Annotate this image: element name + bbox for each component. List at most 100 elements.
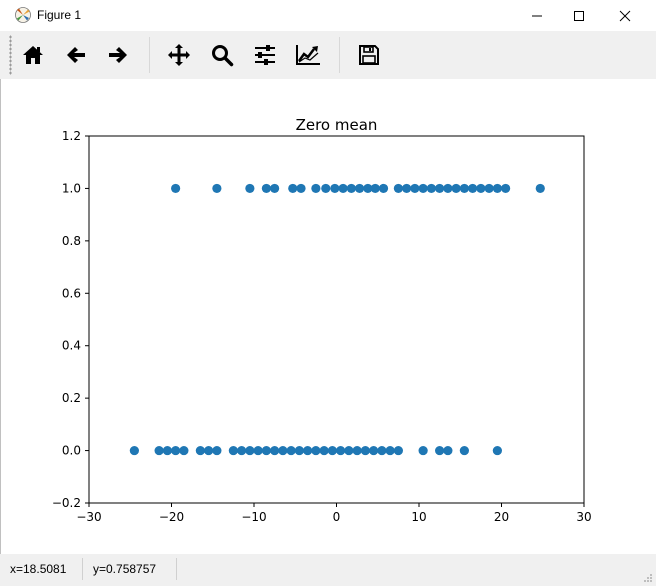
zoom-icon xyxy=(212,45,234,67)
data-point xyxy=(443,445,453,456)
data-point xyxy=(360,445,370,456)
data-point xyxy=(195,445,205,456)
y-tick-label: 0.8 xyxy=(62,234,81,248)
forward-icon xyxy=(109,47,127,63)
data-point xyxy=(253,445,263,456)
data-point xyxy=(352,445,362,456)
y-tick-label: 0.0 xyxy=(62,444,81,458)
data-point xyxy=(261,445,271,456)
cursor-x-readout: x=18.5081 xyxy=(10,562,67,576)
data-point xyxy=(154,445,164,456)
figure-canvas[interactable]: Zero mean −30 −20 −10 0 10 20 30 −0.2 0.0 0.2 0.4 0.… xyxy=(0,79,656,554)
data-point xyxy=(459,445,469,456)
data-point xyxy=(426,183,436,194)
data-point xyxy=(410,183,420,194)
data-point xyxy=(435,183,445,194)
data-point xyxy=(311,183,321,194)
minimize-button[interactable] xyxy=(514,0,560,31)
data-point xyxy=(476,183,486,194)
data-point xyxy=(212,183,222,194)
data-point xyxy=(321,183,331,194)
x-tick-label: 20 xyxy=(494,510,509,524)
y-tick-label: 0.6 xyxy=(62,286,81,300)
data-point xyxy=(468,183,478,194)
data-point xyxy=(492,445,502,456)
customize-button[interactable] xyxy=(292,39,324,71)
subplots-button[interactable] xyxy=(249,39,281,71)
data-point xyxy=(355,183,365,194)
x-tick-label: −30 xyxy=(76,510,101,524)
data-point xyxy=(288,183,298,194)
window-edge xyxy=(0,79,1,554)
data-point xyxy=(377,445,387,456)
close-button[interactable] xyxy=(602,0,648,31)
x-tick-label: −10 xyxy=(241,510,266,524)
data-point xyxy=(418,183,428,194)
save-icon xyxy=(359,45,379,65)
data-point xyxy=(330,183,340,194)
data-point xyxy=(179,445,189,456)
figure-window: Figure 1 Zero mean −30 −20 −10 0 10 20 3… xyxy=(0,0,656,586)
home-icon xyxy=(23,46,43,64)
x-tick-label: 0 xyxy=(333,510,341,524)
matplotlib-logo-icon xyxy=(15,7,31,23)
data-point xyxy=(492,183,502,194)
minimize-icon xyxy=(532,15,542,16)
data-point xyxy=(212,445,222,456)
status-divider xyxy=(176,558,177,580)
x-tick-label: −20 xyxy=(159,510,184,524)
data-point xyxy=(270,183,280,194)
y-tick-label: 0.2 xyxy=(62,391,81,405)
window-title: Figure 1 xyxy=(37,8,82,22)
data-point xyxy=(459,183,469,194)
data-point xyxy=(311,445,321,456)
scatter-chart[interactable]: Zero mean −30 −20 −10 0 10 20 30 −0.2 0.0 0.2 0.4 0.… xyxy=(0,79,656,554)
data-point xyxy=(245,445,255,456)
data-point xyxy=(294,445,304,456)
data-point xyxy=(369,445,379,456)
close-icon xyxy=(619,10,631,21)
y-tick-label: −0.2 xyxy=(52,496,81,510)
data-point xyxy=(296,183,306,194)
data-point xyxy=(484,183,494,194)
maximize-icon xyxy=(574,10,584,21)
back-button[interactable] xyxy=(60,39,92,71)
data-point xyxy=(237,445,247,456)
data-point xyxy=(261,183,271,194)
data-point xyxy=(228,445,238,456)
resize-grip-icon[interactable] xyxy=(643,573,653,583)
home-button[interactable] xyxy=(17,39,49,71)
data-point xyxy=(535,183,545,194)
pan-button[interactable] xyxy=(163,39,195,71)
toolbar-grip[interactable] xyxy=(9,35,12,75)
data-point xyxy=(336,445,346,456)
data-point xyxy=(393,445,403,456)
data-point xyxy=(370,183,380,194)
y-tick-label: 1.0 xyxy=(62,181,81,195)
data-point xyxy=(171,445,181,456)
data-point xyxy=(327,445,337,456)
data-point xyxy=(338,183,348,194)
data-point xyxy=(129,445,139,456)
data-point xyxy=(171,183,181,194)
data-point xyxy=(443,183,453,194)
chart-title: Zero mean xyxy=(296,116,378,134)
cursor-y-readout: y=0.758757 xyxy=(93,562,157,576)
forward-button[interactable] xyxy=(102,39,134,71)
y-tick-label: 0.4 xyxy=(62,339,81,353)
data-point xyxy=(286,445,296,456)
title-bar: Figure 1 xyxy=(0,0,656,31)
data-point xyxy=(378,183,389,194)
x-tick-label: 30 xyxy=(576,510,591,524)
maximize-button[interactable] xyxy=(556,0,602,31)
data-point xyxy=(278,445,288,456)
toolbar-separator xyxy=(149,37,150,73)
save-button[interactable] xyxy=(353,39,385,71)
subplots-icon xyxy=(255,45,275,65)
customize-icon xyxy=(296,45,320,65)
zoom-button[interactable] xyxy=(206,39,238,71)
data-point xyxy=(393,183,403,194)
data-point xyxy=(303,445,313,456)
back-icon xyxy=(67,47,85,63)
data-point xyxy=(204,445,214,456)
